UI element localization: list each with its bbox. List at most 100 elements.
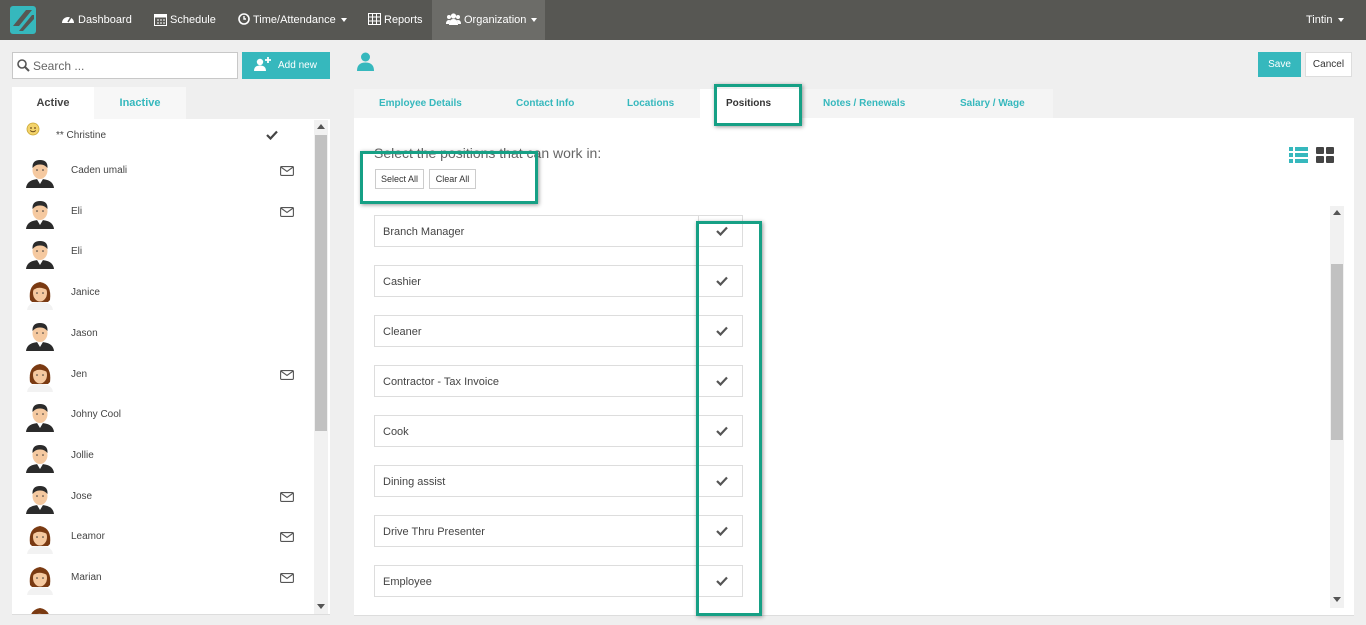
employee-row[interactable]: Jollie: [12, 436, 312, 476]
nav-time-attendance[interactable]: Time/Attendance: [238, 0, 347, 40]
person-icon: [357, 52, 374, 71]
employee-name: Eli: [71, 205, 83, 217]
employee-name: Eli: [71, 246, 83, 258]
employee-name: ** Christine: [56, 130, 107, 141]
add-new-button[interactable]: Add new: [242, 52, 330, 79]
add-new-label: Add new: [278, 60, 317, 71]
position-name: Cleaner: [383, 326, 422, 338]
position-checkbox[interactable]: [698, 516, 743, 546]
tab-active[interactable]: Active: [12, 87, 94, 119]
mail-icon[interactable]: [280, 491, 294, 505]
employee-list-panel: Active Inactive ** Christine Caden umali E…: [12, 87, 330, 615]
employee-row[interactable]: ** Christine: [12, 116, 312, 156]
dashboard-icon: [62, 16, 74, 24]
employee-row[interactable]: Jason: [12, 314, 312, 354]
calendar-icon: [154, 13, 167, 26]
search-input[interactable]: [33, 57, 233, 75]
employee-row[interactable]: Johny Cool: [12, 395, 312, 435]
cancel-button[interactable]: Cancel: [1305, 52, 1352, 77]
search-box: [12, 52, 238, 79]
employee-name: Johny Cool: [71, 409, 122, 421]
position-checkbox[interactable]: [698, 216, 743, 246]
employee-name: Jollie: [71, 449, 94, 461]
check-icon: [716, 226, 728, 236]
employee-row[interactable]: Leamor: [12, 517, 312, 557]
check-icon: [716, 476, 728, 486]
user-menu[interactable]: Tintin: [1306, 0, 1344, 40]
clock-icon: [238, 13, 250, 25]
position-name: Cashier: [383, 276, 421, 288]
position-checkbox[interactable]: [698, 316, 743, 346]
tab-salary-wage[interactable]: Salary / Wage: [960, 89, 1025, 118]
scroll-down-icon[interactable]: [317, 604, 325, 609]
employee-row[interactable]: [12, 599, 312, 614]
tab-positions[interactable]: Positions: [700, 89, 800, 118]
avatar: [24, 237, 56, 270]
chevron-down-icon: [1337, 18, 1344, 23]
employee-name: Janice: [71, 287, 100, 299]
employee-row[interactable]: Janice: [12, 273, 312, 313]
scrollbar-thumb[interactable]: [1331, 264, 1343, 440]
position-row: Cleaner: [374, 315, 743, 347]
mail-icon[interactable]: [280, 206, 294, 220]
nav-schedule-label: Schedule: [170, 14, 216, 26]
position-checkbox[interactable]: [698, 416, 743, 446]
employee-list-scrollbar[interactable]: [314, 120, 328, 614]
nav-organization[interactable]: Organization: [432, 0, 545, 40]
avatar: [24, 522, 56, 555]
tab-notes-renewals[interactable]: Notes / Renewals: [823, 89, 905, 118]
nav-dashboard[interactable]: Dashboard: [61, 0, 132, 40]
avatar: [24, 441, 56, 473]
position-row: Dining assist: [374, 465, 743, 497]
position-checkbox[interactable]: [698, 266, 743, 296]
grid-view-icon[interactable]: [1316, 147, 1334, 163]
employee-row[interactable]: Jose: [12, 477, 312, 517]
clear-all-button[interactable]: Clear All: [429, 169, 476, 189]
positions-scrollbar[interactable]: [1330, 206, 1344, 608]
position-row: Branch Manager: [374, 215, 743, 247]
check-icon: [716, 576, 728, 586]
select-all-button[interactable]: Select All: [375, 169, 424, 189]
employee-row[interactable]: Eli: [12, 192, 312, 232]
employee-row[interactable]: Eli: [12, 232, 312, 272]
check-icon: [716, 276, 728, 286]
position-checkbox[interactable]: [698, 466, 743, 496]
tab-locations[interactable]: Locations: [627, 89, 674, 118]
position-row: Employee: [374, 565, 743, 597]
position-name: Drive Thru Presenter: [383, 526, 485, 538]
employee-row[interactable]: Marian: [12, 558, 312, 598]
app-logo-icon[interactable]: [10, 6, 36, 34]
position-row: Cook: [374, 415, 743, 447]
nav-reports[interactable]: Reports: [368, 0, 423, 40]
tab-inactive[interactable]: Inactive: [94, 87, 186, 119]
avatar: [24, 319, 56, 351]
mail-icon[interactable]: [280, 369, 294, 383]
scroll-up-icon[interactable]: [1333, 210, 1341, 215]
nav-organization-label: Organization: [464, 14, 527, 26]
employee-row[interactable]: Caden umali: [12, 151, 312, 191]
avatar: [24, 482, 56, 514]
employee-row[interactable]: Jen: [12, 355, 312, 395]
search-icon: [17, 59, 30, 72]
employee-name: Leamor: [71, 531, 105, 543]
position-checkbox[interactable]: [698, 566, 743, 596]
employee-name: Marian: [71, 572, 102, 583]
nav-reports-label: Reports: [384, 14, 423, 26]
scrollbar-thumb[interactable]: [315, 135, 327, 431]
position-name: Employee: [383, 576, 432, 588]
mail-icon[interactable]: [280, 532, 294, 545]
mail-icon[interactable]: [280, 573, 294, 586]
mail-icon[interactable]: [280, 166, 294, 179]
add-user-icon: [254, 57, 271, 71]
nav-dashboard-label: Dashboard: [78, 14, 132, 26]
scroll-down-icon[interactable]: [1333, 597, 1341, 602]
top-navbar: Dashboard Schedule Time/Attendance Repor…: [0, 0, 1366, 40]
tab-employee-details[interactable]: Employee Details: [379, 89, 462, 118]
position-checkbox[interactable]: [698, 366, 743, 396]
scroll-up-icon[interactable]: [317, 124, 325, 129]
tab-contact-info[interactable]: Contact Info: [516, 89, 574, 118]
list-view-icon[interactable]: [1289, 147, 1308, 163]
nav-schedule[interactable]: Schedule: [154, 0, 216, 40]
employee-name: Jason: [71, 327, 98, 339]
save-button[interactable]: Save: [1258, 52, 1301, 77]
